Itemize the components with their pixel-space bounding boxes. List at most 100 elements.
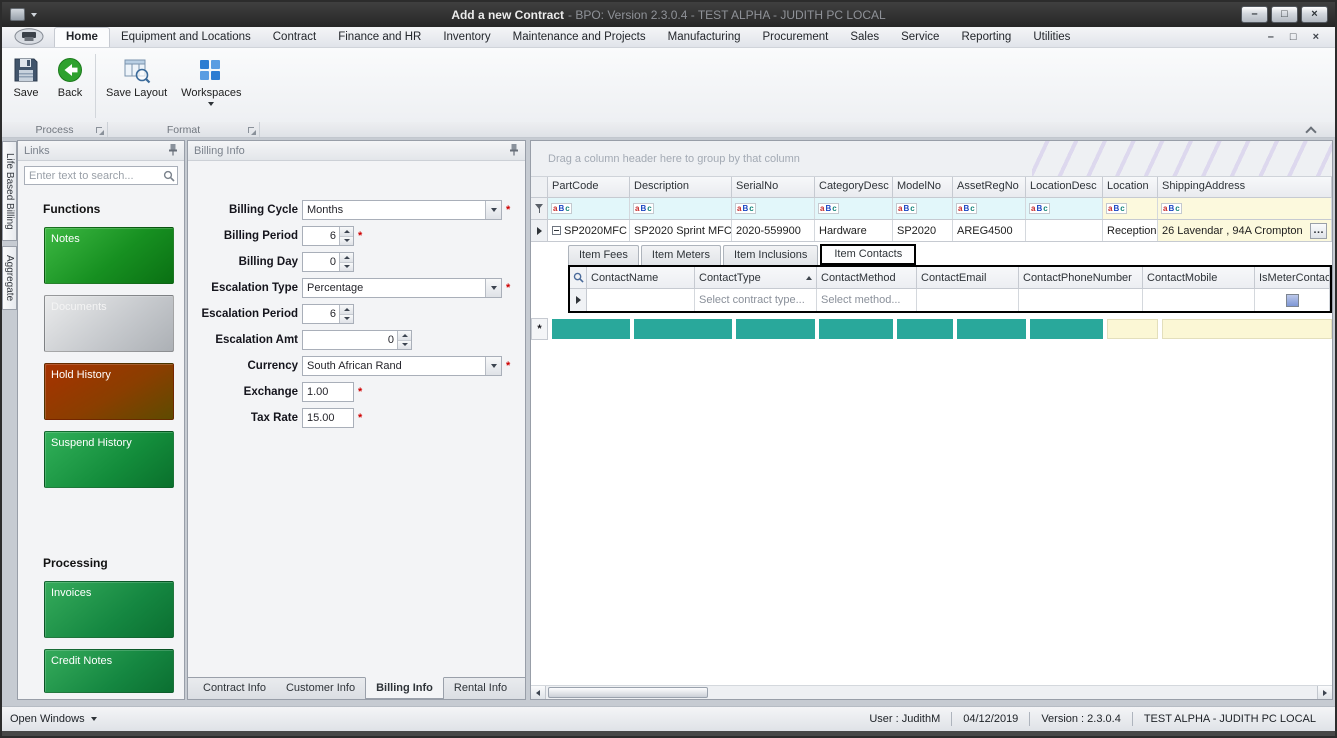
pin-icon[interactable] [168,143,178,159]
cell-contactmobile[interactable] [1143,289,1255,311]
group-by-bar[interactable]: Drag a column header here to group by th… [531,141,1332,177]
cell-assetregno[interactable]: AREG4500 [953,220,1026,241]
ribbon-tab-manufacturing[interactable]: Manufacturing [657,28,752,47]
function-button-suspend-history[interactable]: Suspend History [44,431,174,488]
filter-cell-partcode[interactable]: aBc [548,198,630,219]
ribbon-tab-contract[interactable]: Contract [262,28,327,47]
dropdown-button[interactable] [485,279,501,297]
tab-customer-info[interactable]: Customer Info [276,678,365,699]
new-row-cell-lookup[interactable] [1107,319,1158,339]
function-button-hold-history[interactable]: Hold History [44,363,174,420]
workspaces-dropdown-caret-icon[interactable] [208,102,214,106]
spin-down-button[interactable] [340,236,353,246]
scroll-left-button[interactable] [531,686,546,699]
horizontal-scrollbar[interactable] [531,685,1332,699]
new-row-cell[interactable] [552,319,630,339]
filter-cell-categorydesc[interactable]: aBc [815,198,893,219]
column-header-contactmethod[interactable]: ContactMethod [817,267,917,288]
column-header-ismetercontact[interactable]: IsMeterContact [1255,267,1330,288]
ribbon-tab-finance-and-hr[interactable]: Finance and HR [327,28,432,47]
app-icon[interactable] [10,8,25,21]
new-row-cell[interactable] [819,319,893,339]
tab-item-contacts[interactable]: Item Contacts [820,244,916,265]
column-header-partcode[interactable]: PartCode [548,177,630,197]
spin-down-button[interactable] [340,314,353,324]
column-header-contactname[interactable]: ContactName [587,267,695,288]
spin-up-button[interactable] [340,253,353,262]
dropdown-button[interactable] [485,357,501,375]
grid-data-row[interactable]: SP2020MFC SP2020 Sprint MFC 2020-559900 … [531,220,1332,242]
save-layout-button[interactable]: Save Layout [99,52,174,120]
cell-contacttype[interactable]: Select contract type... [695,289,817,311]
billing-period-spinner[interactable]: 6 [302,226,354,246]
mdi-restore-icon[interactable]: □ [1290,32,1297,42]
back-button[interactable]: Back [48,52,92,120]
processing-button-credit-notes[interactable]: Credit Notes [44,649,174,693]
cell-contactname[interactable] [587,289,695,311]
currency-combobox[interactable]: South African Rand [302,356,502,376]
ribbon-tab-inventory[interactable]: Inventory [432,28,501,47]
cell-shippingaddress[interactable]: 26 Lavendar , 94A Crompton … [1158,220,1332,241]
cell-serialno[interactable]: 2020-559900 [732,220,815,241]
column-header-contactemail[interactable]: ContactEmail [917,267,1019,288]
row-indicator[interactable] [531,220,548,241]
filter-cell-location[interactable]: aBc [1103,198,1158,219]
function-button-notes[interactable]: Notes [44,227,174,284]
shipping-address-ellipsis-button[interactable]: … [1310,223,1327,239]
spin-down-button[interactable] [340,262,353,272]
pin-icon[interactable] [509,143,519,159]
workspaces-button[interactable]: Workspaces [174,52,248,120]
tax-rate-field[interactable]: 15.00 [302,408,354,428]
column-header-serialno[interactable]: SerialNo [732,177,815,197]
new-row-cell[interactable] [736,319,815,339]
format-dialog-launcher-icon[interactable] [248,127,256,135]
column-header-locationdesc[interactable]: LocationDesc [1026,177,1103,197]
quick-access-caret-icon[interactable] [31,13,37,17]
scrollbar-thumb[interactable] [548,687,708,698]
tab-item-meters[interactable]: Item Meters [641,245,721,265]
spin-up-button[interactable] [340,227,353,236]
column-header-shippingaddress[interactable]: ShippingAddress [1158,177,1332,197]
new-row-cell-lookup[interactable] [1162,319,1332,339]
filter-cell-shippingaddress[interactable]: aBc [1158,198,1332,219]
escalation-amt-spinner[interactable]: 0 [302,330,412,350]
side-tab-life-based-billing[interactable]: Life Based Billing [2,141,17,241]
tab-item-inclusions[interactable]: Item Inclusions [723,245,818,265]
scroll-right-button[interactable] [1317,686,1332,699]
collapse-ribbon-chevron-icon[interactable] [1303,124,1319,136]
tab-rental-info[interactable]: Rental Info [444,678,517,699]
new-row-cell[interactable] [634,319,732,339]
close-button[interactable]: × [1301,6,1328,23]
minimize-button[interactable]: – [1241,6,1268,23]
billing-cycle-combobox[interactable]: Months [302,200,502,220]
column-header-contactphonenumber[interactable]: ContactPhoneNumber [1019,267,1143,288]
tab-billing-info[interactable]: Billing Info [365,677,444,699]
save-button[interactable]: Save [4,52,48,120]
cell-contactemail[interactable] [917,289,1019,311]
cell-locationdesc[interactable] [1026,220,1103,241]
ribbon-tab-reporting[interactable]: Reporting [950,28,1022,47]
column-header-description[interactable]: Description [630,177,732,197]
cell-location[interactable]: Reception [1103,220,1158,241]
tab-contract-info[interactable]: Contract Info [193,678,276,699]
spin-down-button[interactable] [398,340,411,350]
spin-up-button[interactable] [340,305,353,314]
spin-up-button[interactable] [398,331,411,340]
escalation-type-combobox[interactable]: Percentage [302,278,502,298]
cell-contactmethod[interactable]: Select method... [817,289,917,311]
is-meter-contact-checkbox[interactable] [1286,294,1299,307]
mdi-close-icon[interactable]: × [1313,32,1319,42]
maximize-button[interactable]: □ [1271,6,1298,23]
column-header-contactmobile[interactable]: ContactMobile [1143,267,1255,288]
contacts-data-row[interactable]: Select contract type... Select method... [570,289,1330,311]
cell-contactphonenumber[interactable] [1019,289,1143,311]
ribbon-tab-service[interactable]: Service [890,28,950,47]
filter-cell-description[interactable]: aBc [630,198,732,219]
filter-cell-serialno[interactable]: aBc [732,198,815,219]
ribbon-tab-maintenance-and-projects[interactable]: Maintenance and Projects [502,28,657,47]
new-row-cell[interactable] [897,319,953,339]
ribbon-tab-utilities[interactable]: Utilities [1022,28,1081,47]
exchange-field[interactable]: 1.00 [302,382,354,402]
filter-cell-assetregno[interactable]: aBc [953,198,1026,219]
contacts-search-cell[interactable] [570,267,587,288]
